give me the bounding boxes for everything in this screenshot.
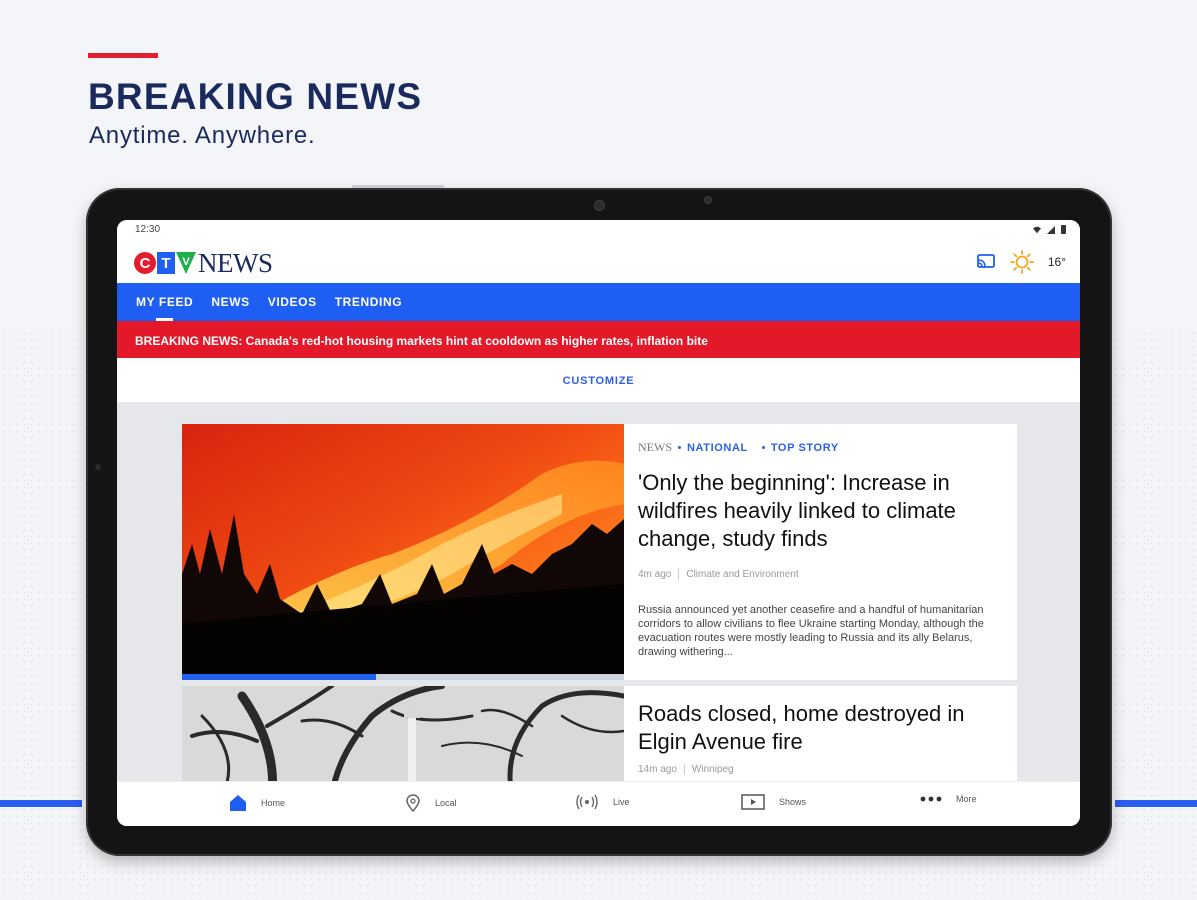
home-icon xyxy=(230,795,246,811)
nav-local[interactable]: Local xyxy=(405,794,457,812)
meta-separator xyxy=(678,446,681,449)
more-dots-icon xyxy=(920,796,942,802)
app-bar: C T V NEWS 16° xyxy=(117,242,1080,283)
front-camera xyxy=(594,200,605,211)
section-tabs: MY FEED NEWS VIDEOS TRENDING xyxy=(117,283,1080,321)
story-byline: 4m ago Climate and Environment xyxy=(638,569,799,580)
story-title[interactable]: Roads closed, home destroyed in Elgin Av… xyxy=(638,700,1008,756)
customize-button[interactable]: CUSTOMIZE xyxy=(117,358,1080,402)
play-box-icon xyxy=(741,794,765,810)
story-time: 14m ago xyxy=(638,764,677,775)
logo-wordmark: NEWS xyxy=(198,247,273,278)
system-icons xyxy=(1033,225,1066,234)
story-summary: Russia announced yet another ceasefire a… xyxy=(638,604,984,658)
tablet-side-sensor xyxy=(95,464,101,470)
decorative-line-left xyxy=(0,800,82,807)
headline-accent-bar xyxy=(88,53,158,58)
ctv-logo-mark: C T V xyxy=(134,252,196,274)
story-section[interactable]: NATIONAL xyxy=(687,442,748,454)
story-category: Winnipeg xyxy=(691,764,734,775)
nav-home[interactable]: Home xyxy=(229,794,285,812)
story-time: 4m ago xyxy=(638,569,672,580)
story-category: Climate and Environment xyxy=(686,569,799,580)
location-pin-icon xyxy=(406,794,420,812)
promo-title: BREAKING NEWS xyxy=(88,76,423,117)
nav-label: Live xyxy=(613,797,630,807)
tab-news[interactable]: NEWS xyxy=(211,283,249,321)
breaking-news-banner[interactable]: BREAKING NEWS: Canada's red-hot housing … xyxy=(117,321,1080,358)
ctv-news-logo[interactable]: C T V NEWS xyxy=(134,248,273,278)
status-bar: 12:30 xyxy=(117,220,1080,242)
source-logo: NEWS xyxy=(638,440,672,454)
temperature-readout[interactable]: 16° xyxy=(1048,255,1066,269)
nav-live[interactable]: Live xyxy=(575,794,630,810)
sensor xyxy=(704,196,712,204)
svg-text:V: V xyxy=(182,256,190,268)
nav-more[interactable]: More xyxy=(920,794,977,804)
wifi-icon xyxy=(1033,226,1041,233)
wildfire-photo[interactable] xyxy=(182,424,624,674)
story-tag: TOP STORY xyxy=(770,441,839,454)
decorative-line-right xyxy=(1115,800,1197,807)
byline-divider xyxy=(683,764,685,775)
nav-label: Shows xyxy=(779,797,807,807)
nav-label: Home xyxy=(261,798,286,808)
tab-videos[interactable]: VIDEOS xyxy=(268,283,317,321)
fire-bw-photo[interactable] xyxy=(182,686,624,796)
app-screen: 12:30 C T V NEWS 16° MY FEED NEWS VIDEOS… xyxy=(117,220,1080,826)
story-card[interactable]: Roads closed, home destroyed in Elgin Av… xyxy=(182,686,1017,796)
story-meta: NEWS NATIONAL TOP STORY xyxy=(638,440,839,455)
nav-label: More xyxy=(956,794,977,804)
video-progress-track[interactable] xyxy=(182,674,624,680)
status-time: 12:30 xyxy=(135,224,161,235)
signal-icon xyxy=(1047,225,1055,234)
nav-shows[interactable]: Shows xyxy=(741,794,806,810)
story-byline: 14m ago Winnipeg xyxy=(638,764,734,775)
byline-divider xyxy=(678,569,680,580)
battery-icon xyxy=(1061,225,1066,234)
svg-text:C: C xyxy=(140,255,151,272)
tab-trending[interactable]: TRENDING xyxy=(335,283,402,321)
cast-icon[interactable] xyxy=(976,253,996,271)
nav-label: Local xyxy=(435,798,457,808)
story-title[interactable]: 'Only the beginning': Increase in wildfi… xyxy=(638,469,988,553)
video-progress-fill xyxy=(182,674,377,680)
bottom-navigation: Home Local Live Shows More xyxy=(117,781,1080,826)
tab-my-feed[interactable]: MY FEED xyxy=(136,283,193,321)
svg-text:T: T xyxy=(161,255,170,272)
meta-separator xyxy=(761,446,765,449)
promo-subtitle: Anytime. Anywhere. xyxy=(89,122,316,149)
appbar-actions: 16° xyxy=(976,250,1066,274)
story-card[interactable]: NEWS NATIONAL TOP STORY 'Only the beginn… xyxy=(182,424,1017,680)
weather-sun-icon[interactable] xyxy=(1009,250,1034,274)
live-broadcast-icon xyxy=(576,794,598,810)
